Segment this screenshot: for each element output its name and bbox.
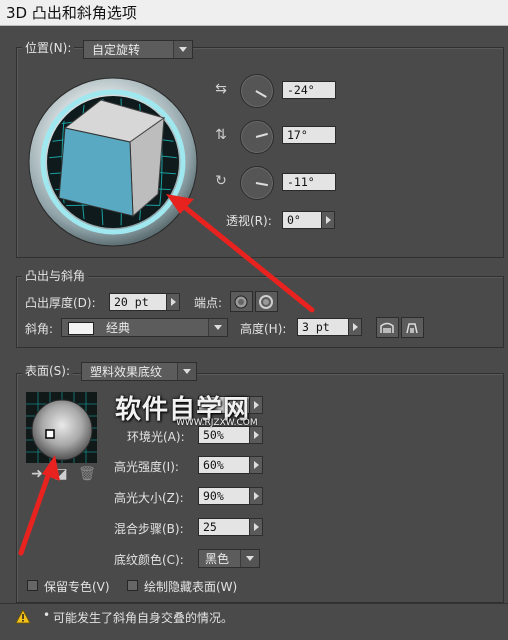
annotation-arrow-light xyxy=(18,467,53,556)
annotation-arrows xyxy=(18,194,315,556)
annotation-arrow-cube xyxy=(179,202,315,313)
annotation-arrowhead-light xyxy=(42,455,60,481)
